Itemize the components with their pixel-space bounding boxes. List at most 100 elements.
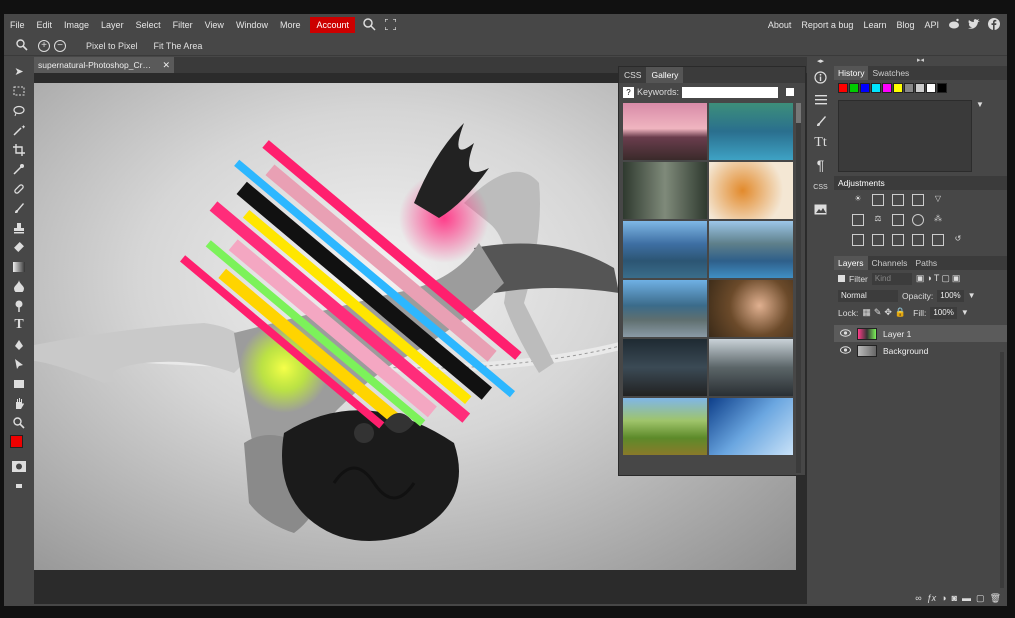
image-gallery-icon[interactable]: [807, 198, 834, 220]
link-about[interactable]: About: [763, 14, 797, 36]
brush-settings-icon[interactable]: [807, 110, 834, 132]
properties-icon[interactable]: [807, 88, 834, 110]
eyedropper-tool-icon[interactable]: [4, 160, 34, 180]
thumb-mountain-lake[interactable]: [709, 221, 793, 278]
swatch-yellow[interactable]: [893, 83, 903, 93]
lasso-tool-icon[interactable]: [4, 101, 34, 121]
fill-dropdown-icon[interactable]: ▼: [961, 308, 969, 317]
layers-scrollbar[interactable]: [1000, 352, 1004, 588]
invert-icon[interactable]: [852, 234, 864, 246]
gradient-map-icon[interactable]: [912, 234, 924, 246]
link-report-bug[interactable]: Report a bug: [796, 14, 858, 36]
thumb-green-hills[interactable]: [623, 398, 707, 455]
document-tab[interactable]: supernatural-Photoshop_Cr… ✕: [34, 57, 174, 73]
menu-select[interactable]: Select: [130, 14, 167, 36]
zoom-in-icon[interactable]: +: [38, 39, 50, 52]
zoom-tool-icon[interactable]: [4, 413, 34, 433]
pen-tool-icon[interactable]: [4, 335, 34, 355]
new-layer-icon[interactable]: ▢: [976, 593, 985, 604]
close-tab-icon[interactable]: ✕: [162, 57, 170, 73]
screen-mode-icon[interactable]: [4, 476, 34, 496]
dodge-tool-icon[interactable]: [4, 296, 34, 316]
menu-image[interactable]: Image: [58, 14, 95, 36]
menu-more[interactable]: More: [274, 14, 307, 36]
tab-css[interactable]: CSS: [619, 67, 646, 83]
filter-type-icons[interactable]: ▣◑T▢▣: [916, 273, 962, 284]
thumb-skyscraper[interactable]: [709, 398, 793, 455]
swatch-gray[interactable]: [904, 83, 914, 93]
menu-file[interactable]: File: [4, 14, 31, 36]
thumb-city-street[interactable]: [709, 339, 793, 396]
link-learn[interactable]: Learn: [858, 14, 891, 36]
visibility-eye-icon[interactable]: [840, 345, 851, 356]
blur-tool-icon[interactable]: [4, 277, 34, 297]
swatch-cyan[interactable]: [871, 83, 881, 93]
tab-gallery[interactable]: Gallery: [646, 67, 684, 83]
tab-history[interactable]: History: [834, 66, 869, 80]
color-swatches[interactable]: [4, 433, 34, 457]
tab-layers[interactable]: Layers: [834, 256, 868, 270]
layer-row[interactable]: Layer 1: [834, 325, 1007, 342]
vibrance-icon[interactable]: ▽: [932, 194, 944, 206]
link-blog[interactable]: Blog: [891, 14, 919, 36]
right-collapse-icon[interactable]: ▸◂: [834, 56, 1007, 66]
visibility-eye-icon[interactable]: [840, 328, 851, 339]
menu-window[interactable]: Window: [230, 14, 274, 36]
clone-stamp-tool-icon[interactable]: [4, 218, 34, 238]
collapse-icon[interactable]: ◂▸: [807, 56, 834, 66]
replace-color-icon[interactable]: ↺: [952, 234, 964, 246]
healing-tool-icon[interactable]: [4, 179, 34, 199]
tab-channels[interactable]: Channels: [868, 256, 912, 270]
tab-paths[interactable]: Paths: [911, 256, 941, 270]
thumb-lake-forest[interactable]: [709, 103, 793, 160]
character-icon[interactable]: Tt: [807, 132, 834, 154]
keywords-input[interactable]: [682, 86, 779, 98]
history-menu-icon[interactable]: ▼: [976, 100, 984, 176]
info-icon[interactable]: [807, 66, 834, 88]
magic-wand-tool-icon[interactable]: ✦: [4, 121, 34, 141]
lock-icons[interactable]: ▦✎✥🔒: [862, 307, 909, 318]
menu-filter[interactable]: Filter: [167, 14, 199, 36]
eraser-tool-icon[interactable]: [4, 238, 34, 258]
link-layers-icon[interactable]: ∞: [915, 593, 921, 603]
gallery-scrollbar[interactable]: [796, 103, 801, 473]
delete-layer-icon[interactable]: 🗑: [990, 593, 1001, 604]
thumb-alpine-village[interactable]: [623, 221, 707, 278]
gallery-checkbox[interactable]: [786, 88, 795, 96]
swatch-lightgray[interactable]: [915, 83, 925, 93]
swatch-green[interactable]: [849, 83, 859, 93]
history-list[interactable]: [838, 100, 972, 172]
color-balance-icon[interactable]: ⚖: [872, 214, 884, 226]
marquee-tool-icon[interactable]: [4, 82, 34, 102]
fit-area-button[interactable]: Fit The Area: [146, 41, 211, 51]
swatch-white[interactable]: [926, 83, 936, 93]
thumb-woman-forest[interactable]: [709, 280, 793, 337]
path-select-tool-icon[interactable]: [4, 355, 34, 375]
crop-tool-icon[interactable]: [4, 140, 34, 160]
layer-row[interactable]: Background: [834, 342, 1007, 359]
blend-mode-select[interactable]: Normal: [838, 289, 898, 302]
layer-style-icon[interactable]: ƒx: [927, 593, 937, 603]
menu-account[interactable]: Account: [310, 17, 355, 33]
thumb-tree-sunset[interactable]: [623, 103, 707, 160]
selective-color-icon[interactable]: [932, 234, 944, 246]
hand-tool-icon[interactable]: [4, 394, 34, 414]
hue-sat-icon[interactable]: [852, 214, 864, 226]
thumb-highway-night[interactable]: [623, 339, 707, 396]
fullscreen-icon[interactable]: [384, 17, 397, 32]
gradient-tool-icon[interactable]: [4, 257, 34, 277]
facebook-icon[interactable]: [988, 18, 1000, 32]
kind-select[interactable]: Kind: [871, 272, 912, 285]
move-tool-icon[interactable]: ➤: [4, 62, 34, 82]
channel-mixer-icon[interactable]: ⁂: [932, 214, 944, 226]
black-white-icon[interactable]: [892, 214, 904, 226]
paragraph-icon[interactable]: ¶: [807, 154, 834, 176]
thumb-forest-road[interactable]: [623, 162, 707, 219]
menu-layer[interactable]: Layer: [95, 14, 130, 36]
swatch-blue[interactable]: [860, 83, 870, 93]
foreground-color[interactable]: [10, 434, 23, 448]
link-api[interactable]: API: [919, 14, 944, 36]
threshold-icon[interactable]: [892, 234, 904, 246]
tab-swatches[interactable]: Swatches: [868, 66, 913, 80]
brush-tool-icon[interactable]: [4, 199, 34, 219]
